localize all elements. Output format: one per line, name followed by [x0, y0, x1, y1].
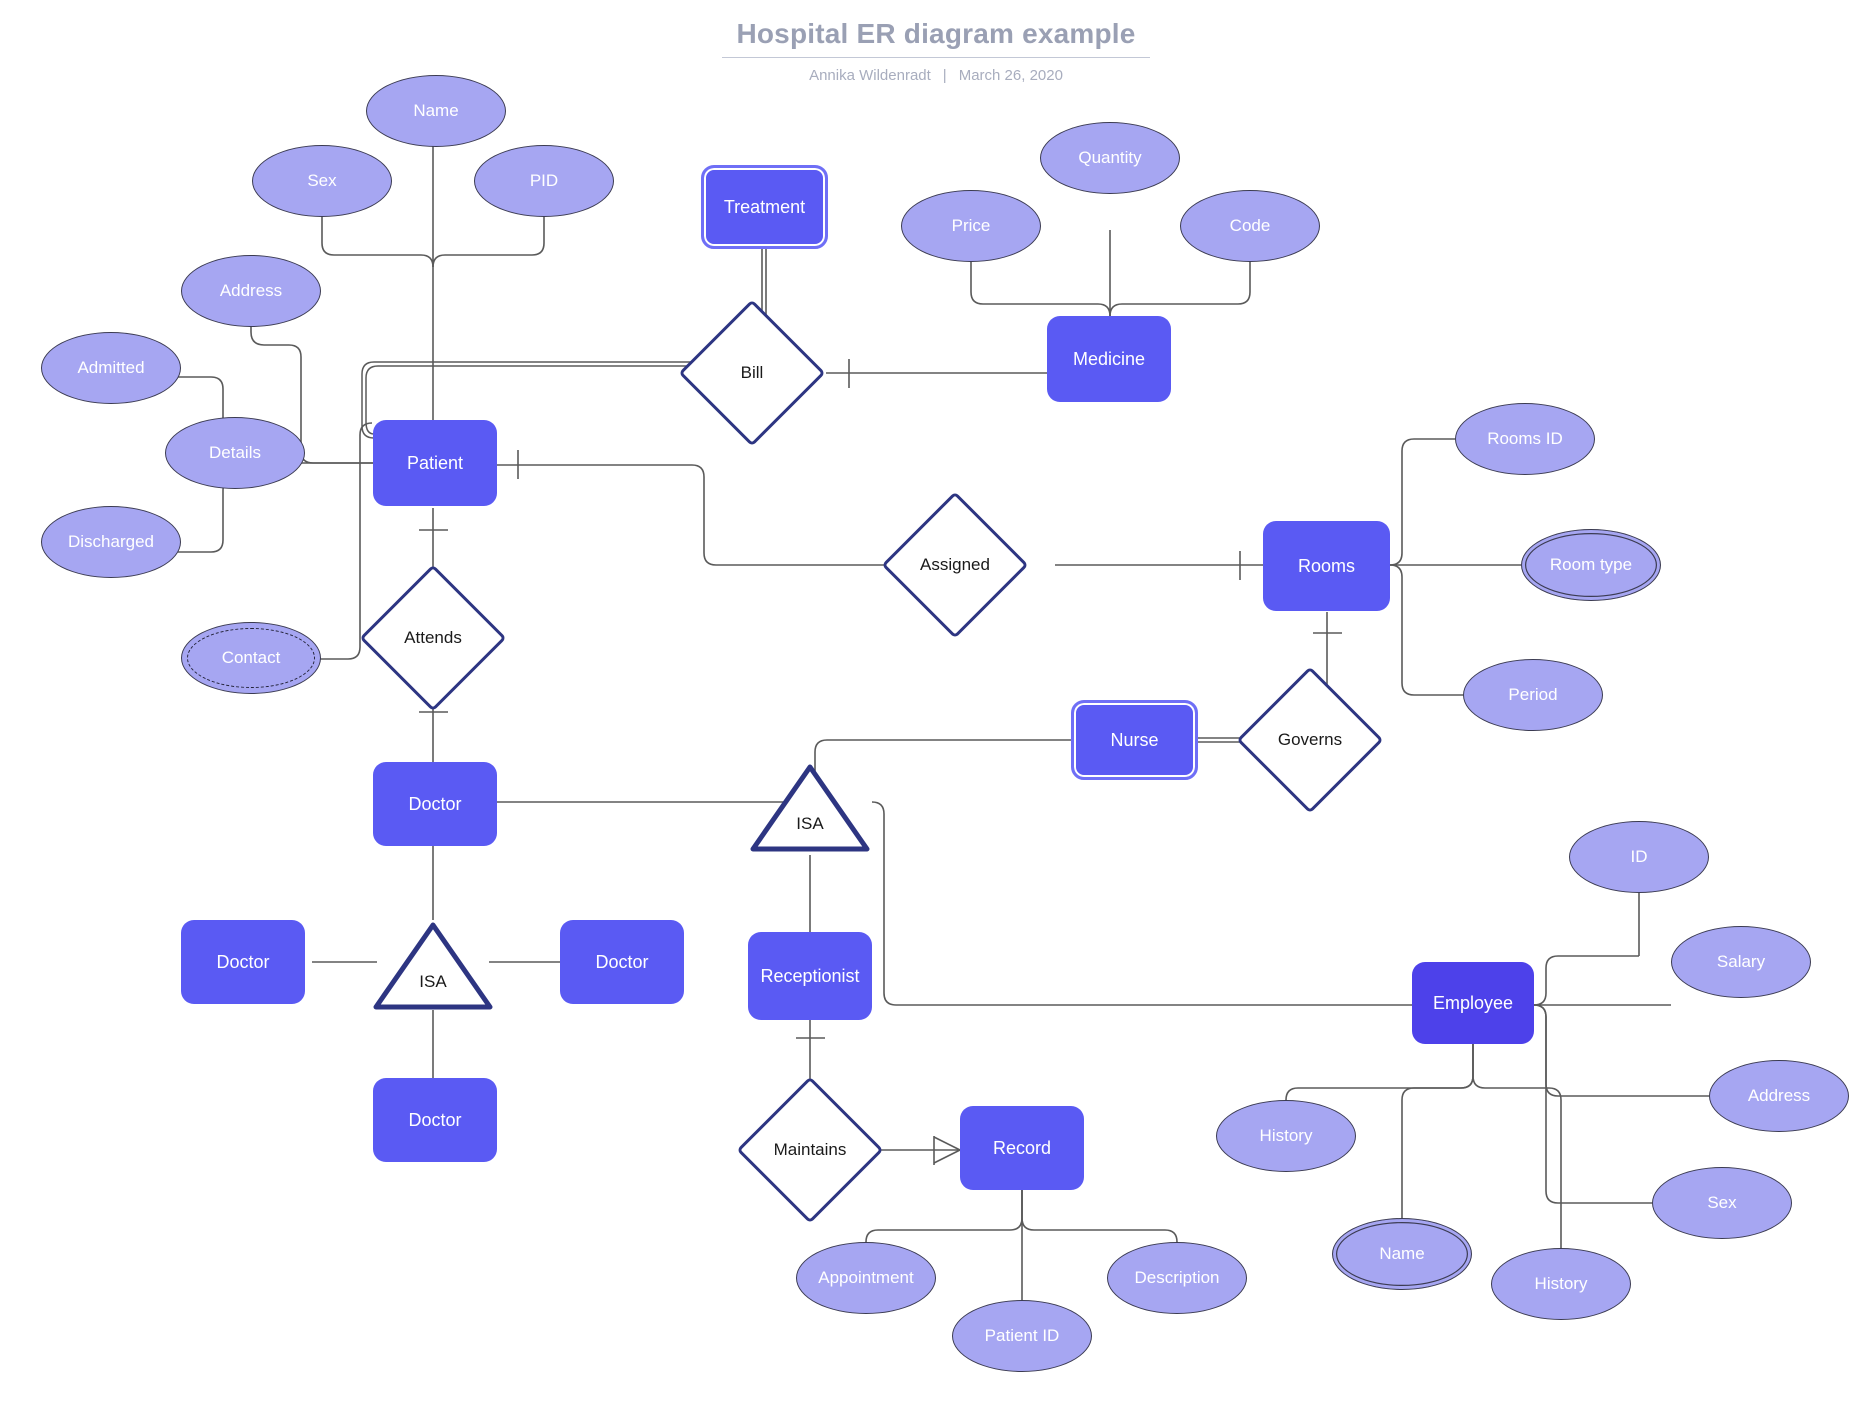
generalization-isa-receptionist[interactable]: ISA [748, 762, 872, 854]
entity-label: Doctor [408, 1109, 462, 1130]
entity-label: Nurse [1110, 729, 1159, 750]
document-byline: Annika Wildenradt | March 26, 2020 [0, 67, 1872, 84]
attribute-label: ID [1630, 847, 1648, 867]
attribute-label: Address [1747, 1086, 1811, 1106]
attribute-rooms-id[interactable]: Rooms ID [1455, 403, 1595, 475]
entity-treatment[interactable]: Treatment [701, 165, 828, 249]
entity-label: Medicine [1072, 348, 1146, 369]
attribute-label: Room type [1549, 555, 1633, 575]
attribute-label: Period [1508, 685, 1558, 705]
attribute-code[interactable]: Code [1180, 190, 1320, 262]
attribute-address[interactable]: Address [181, 255, 321, 327]
entity-nurse[interactable]: Nurse [1071, 700, 1198, 780]
entity-label: Doctor [595, 951, 649, 972]
attribute-label: Details [209, 443, 261, 463]
attribute-name[interactable]: Name [366, 75, 506, 147]
attribute-label: Contact [221, 648, 281, 668]
relationship-label: Maintains [773, 1140, 847, 1159]
attribute-employee-history-1[interactable]: History [1216, 1100, 1356, 1172]
attribute-appointment[interactable]: Appointment [796, 1242, 936, 1314]
entity-doctor-right[interactable]: Doctor [560, 920, 684, 1004]
relationship-label: Bill [740, 363, 764, 382]
entity-label: Record [992, 1137, 1052, 1158]
attribute-label: Rooms ID [1487, 429, 1563, 449]
entity-doctor[interactable]: Doctor [373, 762, 497, 846]
attribute-label: Code [1229, 216, 1271, 236]
attribute-label: Appointment [818, 1268, 914, 1288]
attribute-label: Sex [1707, 1193, 1737, 1213]
relationship-assigned[interactable]: Assigned [881, 491, 1029, 639]
attribute-period[interactable]: Period [1463, 659, 1603, 731]
attribute-employee-address[interactable]: Address [1709, 1060, 1849, 1132]
entity-record[interactable]: Record [960, 1106, 1084, 1190]
entity-patient[interactable]: Patient [373, 420, 497, 506]
attribute-contact[interactable]: Contact [181, 622, 321, 694]
entity-label: Employee [1432, 992, 1514, 1013]
title-block: Hospital ER diagram example Annika Wilde… [0, 18, 1872, 84]
attribute-employee-salary[interactable]: Salary [1671, 926, 1811, 998]
attribute-label: History [1259, 1126, 1313, 1146]
entity-label: Rooms [1297, 555, 1355, 576]
entity-medicine[interactable]: Medicine [1047, 316, 1171, 402]
entity-label: Receptionist [760, 965, 860, 986]
byline-separator: | [942, 67, 947, 84]
generalization-label: ISA [419, 972, 447, 992]
entity-receptionist[interactable]: Receptionist [748, 932, 872, 1020]
entity-doctor-bottom[interactable]: Doctor [373, 1078, 497, 1162]
attribute-details[interactable]: Details [165, 417, 305, 489]
attribute-admitted[interactable]: Admitted [41, 332, 181, 404]
relationship-governs[interactable]: Governs [1236, 666, 1384, 814]
entity-doctor-left[interactable]: Doctor [181, 920, 305, 1004]
attribute-patient-id[interactable]: Patient ID [952, 1300, 1092, 1372]
entity-label: Treatment [723, 196, 806, 217]
author-name: Annika Wildenradt [809, 67, 931, 84]
attribute-label: PID [529, 171, 559, 191]
relationship-label: Assigned [920, 555, 990, 574]
attribute-price[interactable]: Price [901, 190, 1041, 262]
attribute-label: Name [1379, 1244, 1425, 1264]
attribute-room-type[interactable]: Room type [1521, 529, 1661, 601]
page-title: Hospital ER diagram example [722, 18, 1150, 58]
attribute-employee-history-2[interactable]: History [1491, 1248, 1631, 1320]
attribute-label: Address [219, 281, 283, 301]
attribute-label: Quantity [1078, 148, 1142, 168]
relationship-attends[interactable]: Attends [359, 564, 507, 712]
attribute-label: Discharged [68, 532, 154, 552]
entity-employee[interactable]: Employee [1412, 962, 1534, 1044]
entity-label: Patient [406, 452, 464, 473]
attribute-label: Name [413, 101, 459, 121]
document-date: March 26, 2020 [958, 67, 1063, 84]
attribute-label: Salary [1716, 952, 1766, 972]
attribute-quantity[interactable]: Quantity [1040, 122, 1180, 194]
attribute-description[interactable]: Description [1107, 1242, 1247, 1314]
generalization-isa-doctor[interactable]: ISA [371, 920, 495, 1012]
attribute-label: Patient ID [984, 1326, 1060, 1346]
attribute-employee-id[interactable]: ID [1569, 821, 1709, 893]
attribute-label: Sex [307, 171, 337, 191]
entity-rooms[interactable]: Rooms [1263, 521, 1390, 611]
er-diagram-canvas: Hospital ER diagram example Annika Wilde… [0, 0, 1872, 1414]
relationship-maintains[interactable]: Maintains [736, 1076, 884, 1224]
entity-label: Doctor [216, 951, 270, 972]
attribute-label: Description [1134, 1268, 1220, 1288]
attribute-label: History [1534, 1274, 1588, 1294]
generalization-label: ISA [796, 814, 824, 834]
attribute-discharged[interactable]: Discharged [41, 506, 181, 578]
attribute-label: Price [951, 216, 991, 236]
attribute-pid[interactable]: PID [474, 145, 614, 217]
relationship-label: Governs [1277, 730, 1343, 749]
attribute-sex[interactable]: Sex [252, 145, 392, 217]
attribute-employee-name[interactable]: Name [1332, 1218, 1472, 1290]
relationship-label: Attends [404, 628, 462, 647]
attribute-employee-sex[interactable]: Sex [1652, 1167, 1792, 1239]
attribute-label: Admitted [77, 358, 145, 378]
entity-label: Doctor [408, 793, 462, 814]
relationship-bill[interactable]: Bill [678, 299, 826, 447]
